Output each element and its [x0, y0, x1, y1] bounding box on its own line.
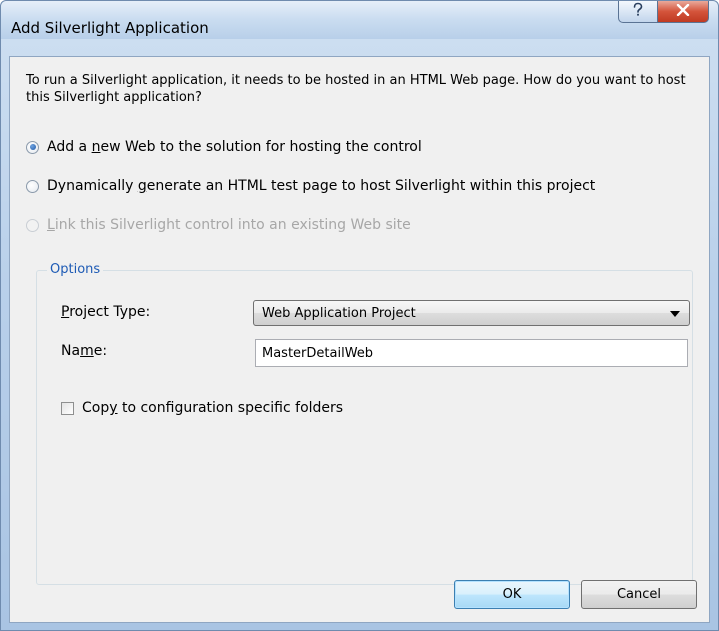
copy-config-folders-option[interactable]: Copy to configuration specific folders — [61, 400, 343, 416]
label-part: Na — [61, 343, 81, 359]
radio-label-part: Add a — [47, 139, 92, 155]
name-input[interactable]: MasterDetailWeb — [255, 339, 688, 367]
radio-generate-test-page[interactable]: Dynamically generate an HTML test page t… — [26, 178, 595, 194]
access-key: m — [80, 343, 94, 359]
copy-config-folders-label[interactable]: Copy to configuration specific folders — [82, 400, 343, 416]
dialog-content: To run a Silverlight application, it nee… — [9, 56, 710, 623]
options-legend: Options — [47, 262, 104, 277]
radio-link-existing-site: Link this Silverlight control into an ex… — [26, 217, 411, 233]
dialog-title: Add Silverlight Application — [11, 19, 209, 37]
close-button[interactable] — [657, 1, 709, 23]
radio-label-link-existing-site: Link this Silverlight control into an ex… — [47, 217, 411, 233]
name-label: Name: — [61, 343, 107, 359]
chevron-down-icon[interactable] — [670, 311, 680, 317]
radio-button-disabled — [26, 218, 39, 232]
project-type-selected-value: Web Application Project — [262, 305, 416, 321]
title-bar[interactable]: Add Silverlight Application — [1, 1, 718, 39]
radio-button-checked[interactable] — [26, 140, 39, 154]
radio-label-part: ew Web to the solution for hosting the c… — [100, 139, 422, 155]
radio-label-part: enerate an HTML test page to host Silver… — [146, 178, 596, 194]
copy-config-folders-checkbox[interactable] — [61, 401, 74, 415]
radio-add-new-web[interactable]: Add a new Web to the solution for hostin… — [26, 139, 422, 155]
access-key: g — [137, 178, 147, 194]
help-button[interactable] — [618, 1, 658, 23]
name-input-value: MasterDetailWeb — [262, 345, 374, 361]
label-part: e: — [93, 343, 108, 359]
cancel-button[interactable]: Cancel — [581, 580, 697, 609]
access-key: y — [109, 400, 118, 416]
label-part: Cop — [82, 400, 110, 416]
ok-button[interactable]: OK — [454, 580, 570, 609]
close-icon — [676, 3, 690, 20]
radio-label-part: Dynamically — [47, 178, 138, 194]
project-type-dropdown[interactable]: Web Application Project — [253, 300, 690, 326]
radio-button[interactable] — [26, 179, 39, 193]
label-part: roject Type: — [69, 304, 151, 320]
radio-label-add-new-web[interactable]: Add a new Web to the solution for hostin… — [47, 139, 422, 155]
radio-label-generate-test-page[interactable]: Dynamically generate an HTML test page t… — [47, 178, 595, 194]
intro-text: To run a Silverlight application, it nee… — [26, 73, 686, 105]
access-key: L — [47, 217, 55, 233]
access-key: P — [61, 304, 70, 320]
question-mark-icon — [631, 2, 645, 22]
project-type-label: Project Type: — [61, 304, 150, 320]
dialog-window: Add Silverlight Application To run a Sil… — [0, 0, 719, 631]
label-part: to configuration specific folders — [117, 400, 344, 416]
radio-label-part: ink this Silverlight control into an exi… — [54, 217, 411, 233]
